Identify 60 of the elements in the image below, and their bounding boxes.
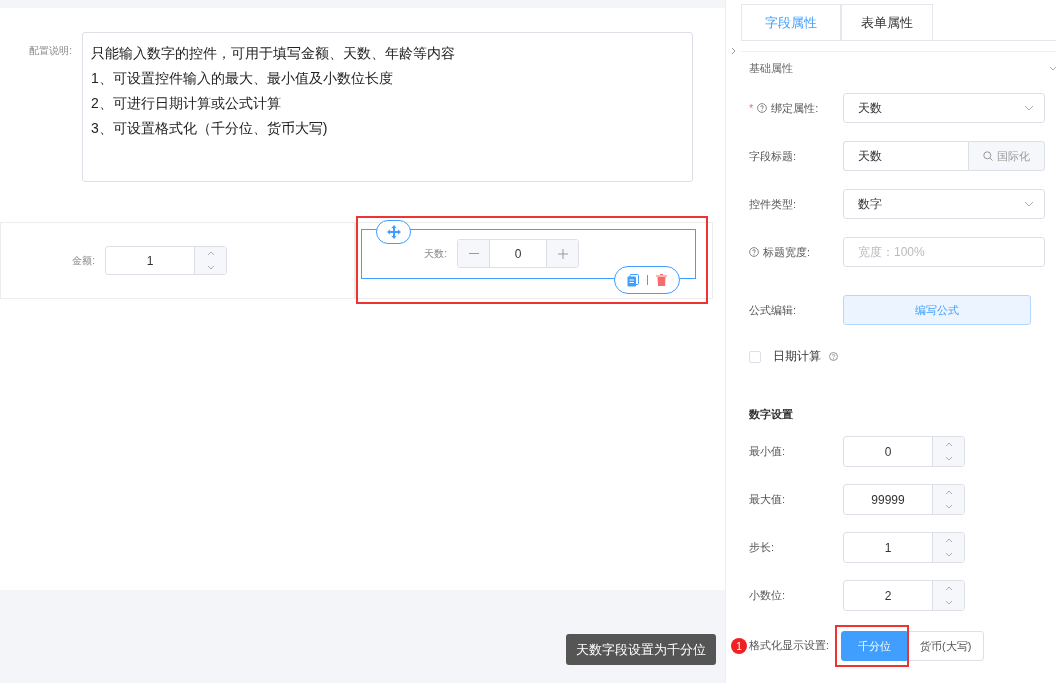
trash-icon[interactable] [656, 274, 667, 286]
field-label: 小数位: [749, 588, 787, 603]
field-card[interactable]: 天数: 0 [355, 222, 713, 299]
field-label: 金额: [71, 253, 96, 268]
section-title: 数字设置 [749, 407, 794, 422]
field-label: 公式编辑: [749, 302, 797, 318]
number-input[interactable]: 1 [105, 246, 227, 275]
field-label: 字段标题: [749, 148, 797, 164]
step-badge: 1 [731, 638, 747, 654]
chevron-down-icon [1024, 201, 1034, 207]
field-label: 最小值: [749, 444, 787, 459]
number-input[interactable]: 99999 [843, 484, 965, 515]
format-option-button[interactable]: 货币(大写) [907, 631, 985, 661]
field-label: 天数: [423, 246, 448, 261]
checkbox-label: 日期计算 [773, 348, 821, 365]
help-icon[interactable] [749, 247, 759, 257]
field-label: 最大值: [749, 492, 787, 507]
drag-handle[interactable] [376, 220, 411, 244]
select-field[interactable]: 数字 [843, 189, 1045, 219]
down-chevron-icon[interactable] [206, 264, 215, 270]
field-label: 格式化显示设置: [749, 639, 830, 653]
number-input[interactable]: 2 [843, 580, 965, 611]
plus-icon[interactable] [557, 248, 568, 259]
up-chevron-icon[interactable] [944, 537, 953, 543]
up-chevron-icon[interactable] [206, 251, 215, 257]
select-field[interactable]: 天数 [843, 93, 1045, 123]
text-field[interactable]: 天数 [843, 141, 968, 171]
required-asterisk: * [749, 102, 754, 114]
selected-field-frame[interactable]: 天数: 0 [361, 228, 696, 279]
field-label: 标题宽度: [763, 244, 811, 260]
down-chevron-icon[interactable] [944, 600, 953, 606]
chevron-down-icon [1024, 105, 1034, 111]
move-arrows-icon [386, 225, 401, 239]
field-label: 绑定属性: [771, 100, 819, 116]
help-icon[interactable] [757, 103, 768, 113]
copy-icon[interactable] [627, 273, 639, 287]
number-stepper[interactable]: 0 [457, 239, 579, 268]
checkbox[interactable] [749, 350, 761, 363]
minus-icon[interactable] [468, 252, 479, 255]
field-label: 配置说明: [28, 44, 73, 58]
field-card[interactable]: 金额: 1 [0, 222, 355, 299]
tooltip: 天数字段设置为千分位 [566, 634, 716, 665]
field-frame[interactable]: 金额: 1 [1, 235, 354, 286]
up-chevron-icon[interactable] [944, 585, 953, 591]
down-chevron-icon[interactable] [944, 504, 953, 510]
chevron-down-icon[interactable] [1050, 65, 1056, 71]
description-textarea[interactable]: 只能输入数字的控件，可用于填写金额、天数、年龄等内容 1、可设置控件输入的最大、最小值及小数位长度 2、可进行日期计算或公式计算 3、可设置格式化（千分位、货币大写) [82, 32, 693, 182]
right-chevron-icon [730, 47, 736, 55]
number-input[interactable]: 1 [843, 532, 965, 563]
down-chevron-icon[interactable] [944, 456, 953, 462]
field-label: 步长: [749, 540, 776, 555]
down-chevron-icon[interactable] [944, 552, 953, 558]
up-chevron-icon[interactable] [944, 489, 953, 495]
up-chevron-icon[interactable] [944, 441, 953, 447]
number-input[interactable]: 0 [843, 436, 965, 467]
section-title: 基础属性 [749, 60, 793, 76]
search-icon [983, 151, 993, 161]
tab[interactable]: 表单属性 [841, 4, 933, 40]
help-icon[interactable] [829, 352, 838, 361]
field-label: 控件类型: [749, 196, 797, 212]
